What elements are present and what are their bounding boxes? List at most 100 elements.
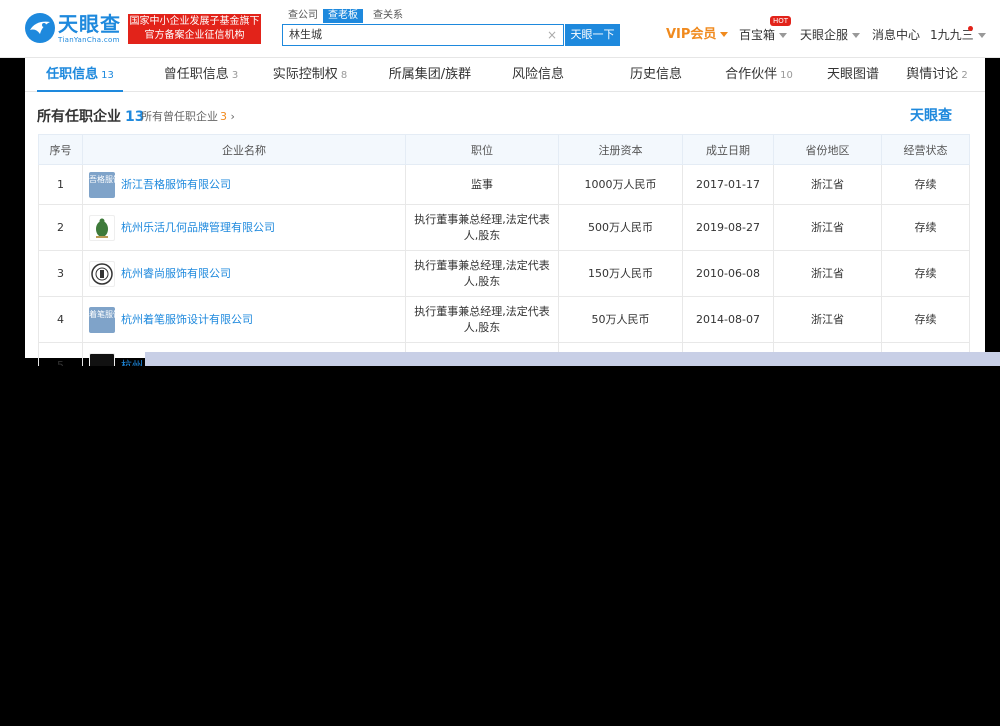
message-center-link[interactable]: 消息中心 xyxy=(872,28,920,42)
col-capital[interactable]: 注册资本 xyxy=(558,134,683,165)
col-position: 职位 xyxy=(405,134,559,165)
tab-label: 任职信息 xyxy=(46,67,99,82)
region-cell: 浙江省 xyxy=(773,250,882,297)
tab-count: 13 xyxy=(101,70,114,81)
company-cell: 杭州睿尚服饰有限公司 xyxy=(82,250,406,297)
row-index: 4 xyxy=(38,296,83,343)
enterprise-service-menu[interactable]: 天眼企服 xyxy=(800,28,861,42)
status-cell: 存续 xyxy=(881,296,970,343)
col-region: 省份地区 xyxy=(773,134,882,165)
company-cell: 着笔服饰杭州着笔服饰设计有限公司 xyxy=(82,296,406,343)
enterprise-label: 天眼企服 xyxy=(800,28,849,42)
chevron-right-icon: › xyxy=(230,110,235,123)
row-index: 1 xyxy=(38,164,83,205)
section-title-text: 所有任职企业 xyxy=(37,109,121,125)
past-link-text: 所有曾任职企业 xyxy=(141,110,218,123)
treasure-box-menu[interactable]: 百宝箱 xyxy=(739,28,788,42)
capital-cell: 150万人民币 xyxy=(558,250,683,297)
tab-label: 风险信息 xyxy=(511,67,564,82)
company-logo xyxy=(89,214,115,241)
tab-actual-control[interactable]: 实际控制权 8 xyxy=(265,58,355,92)
tab-count: 2 xyxy=(961,70,968,81)
tab-partners[interactable]: 合作伙伴 10 xyxy=(725,58,793,92)
tab-history[interactable]: 历史信息 xyxy=(621,58,691,92)
blank-region xyxy=(0,366,1000,726)
company-cell: 吾格服饰浙江吾格服饰有限公司 xyxy=(82,164,406,205)
tab-label: 曾任职信息 xyxy=(163,67,229,82)
treasure-label: 百宝箱 xyxy=(739,28,776,42)
date-cell: 2010-06-08 xyxy=(682,250,774,297)
tab-label: 舆情讨论 xyxy=(906,67,959,82)
date-cell: 2014-08-07 xyxy=(682,296,774,343)
tab-count: 10 xyxy=(780,70,793,81)
col-status: 经营状态 xyxy=(881,134,970,165)
chevron-down-icon xyxy=(852,33,861,38)
tab-count: 8 xyxy=(340,70,348,81)
tab-search-boss[interactable]: 查老板 xyxy=(323,9,363,23)
company-cell: 杭州乐活几何品牌管理有限公司 xyxy=(82,204,406,251)
seal-logo-icon xyxy=(91,262,113,285)
position-cell: 执行董事兼总经理,法定代表人,股东 xyxy=(405,296,559,343)
official-badge[interactable]: 国家中小企业发展子基金旗下 官方备案企业征信机构 xyxy=(128,14,261,44)
tab-opinion[interactable]: 舆情讨论 2 xyxy=(905,58,969,92)
tab-graph[interactable]: 天眼图谱 xyxy=(817,58,889,92)
employment-panel: 任职信息 13 曾任职信息 3 实际控制权 8 所属集团/族群 风险信息 历史信息 合… xyxy=(25,58,985,389)
region-cell: 浙江省 xyxy=(773,204,882,251)
watermark-text: 天眼查 xyxy=(910,108,952,124)
position-cell: 监事 xyxy=(405,164,559,205)
past-companies-link[interactable]: 所有曾任职企业 3 › xyxy=(141,108,235,124)
tab-count: 3 xyxy=(231,70,239,81)
brand-logo[interactable]: 天眼查 TianYanCha.com xyxy=(24,12,122,46)
tab-label: 实际控制权 xyxy=(272,67,338,82)
dancer-logo-icon xyxy=(96,218,108,238)
table-header-row: 序号 企业名称 职位 注册资本 成立日期 省份地区 经营状态 xyxy=(38,134,970,165)
date-cell: 2019-08-27 xyxy=(682,204,774,251)
user-menu[interactable]: 1九九三 xyxy=(930,28,986,42)
top-header: 天眼查 TianYanCha.com 国家中小企业发展子基金旗下 官方备案企业征… xyxy=(0,0,1000,58)
status-cell: 存续 xyxy=(881,164,970,205)
search-field[interactable]: 林生城 × xyxy=(282,24,564,46)
capital-cell: 500万人民币 xyxy=(558,204,683,251)
tab-risk[interactable]: 风险信息 xyxy=(503,58,573,92)
chevron-down-icon xyxy=(779,33,788,38)
col-date[interactable]: 成立日期 xyxy=(682,134,774,165)
chevron-down-icon xyxy=(720,32,729,37)
clear-icon[interactable]: × xyxy=(547,27,557,43)
past-link-count: 3 xyxy=(220,110,227,123)
badge-line1: 国家中小企业发展子基金旗下 xyxy=(129,16,260,27)
chevron-down-icon xyxy=(977,33,986,38)
tab-label: 合作伙伴 xyxy=(725,67,778,82)
company-link[interactable]: 杭州着笔服饰设计有限公司 xyxy=(121,313,253,326)
company-link[interactable]: 杭州睿尚服饰有限公司 xyxy=(121,267,231,280)
vip-menu[interactable]: VIP会员 xyxy=(666,28,729,42)
tab-search-relation[interactable]: 查关系 xyxy=(373,9,403,23)
tab-label: 天眼图谱 xyxy=(826,67,879,82)
col-company: 企业名称 xyxy=(82,134,406,165)
company-logo: 着笔服饰 xyxy=(89,306,121,333)
region-cell: 浙江省 xyxy=(773,296,882,343)
row-index: 3 xyxy=(38,250,83,297)
info-tabs: 任职信息 13 曾任职信息 3 实际控制权 8 所属集团/族群 风险信息 历史信息 合… xyxy=(25,58,985,92)
tab-past-positions[interactable]: 曾任职信息 3 xyxy=(153,58,249,92)
position-cell: 执行董事兼总经理,法定代表人,股东 xyxy=(405,204,559,251)
brand-name: 天眼查 xyxy=(58,12,121,36)
capital-cell: 50万人民币 xyxy=(558,296,683,343)
tab-group[interactable]: 所属集团/族群 xyxy=(375,58,485,92)
company-link[interactable]: 杭州乐活几何品牌管理有限公司 xyxy=(121,221,275,234)
status-cell: 存续 xyxy=(881,204,970,251)
table-row: 1 吾格服饰浙江吾格服饰有限公司 监事 1000万人民币 2017-01-17 … xyxy=(38,164,970,205)
search-input[interactable]: 林生城 xyxy=(289,28,322,42)
company-logo: 吾格服饰 xyxy=(89,171,121,198)
section-title: 所有任职企业 13 xyxy=(37,106,144,126)
company-link[interactable]: 浙江吾格服饰有限公司 xyxy=(121,178,231,191)
table-row: 4 着笔服饰杭州着笔服饰设计有限公司 执行董事兼总经理,法定代表人,股东 50万… xyxy=(38,296,970,343)
tab-search-company[interactable]: 查公司 xyxy=(288,9,318,23)
row-index: 2 xyxy=(38,204,83,251)
date-cell: 2017-01-17 xyxy=(682,164,774,205)
search-button[interactable]: 天眼一下 xyxy=(565,24,620,46)
col-index: 序号 xyxy=(38,134,83,165)
tab-current-positions[interactable]: 任职信息 13 xyxy=(37,58,123,92)
capital-cell: 1000万人民币 xyxy=(558,164,683,205)
badge-line2: 官方备案企业征信机构 xyxy=(144,30,245,41)
overlay-strip xyxy=(145,352,1000,366)
